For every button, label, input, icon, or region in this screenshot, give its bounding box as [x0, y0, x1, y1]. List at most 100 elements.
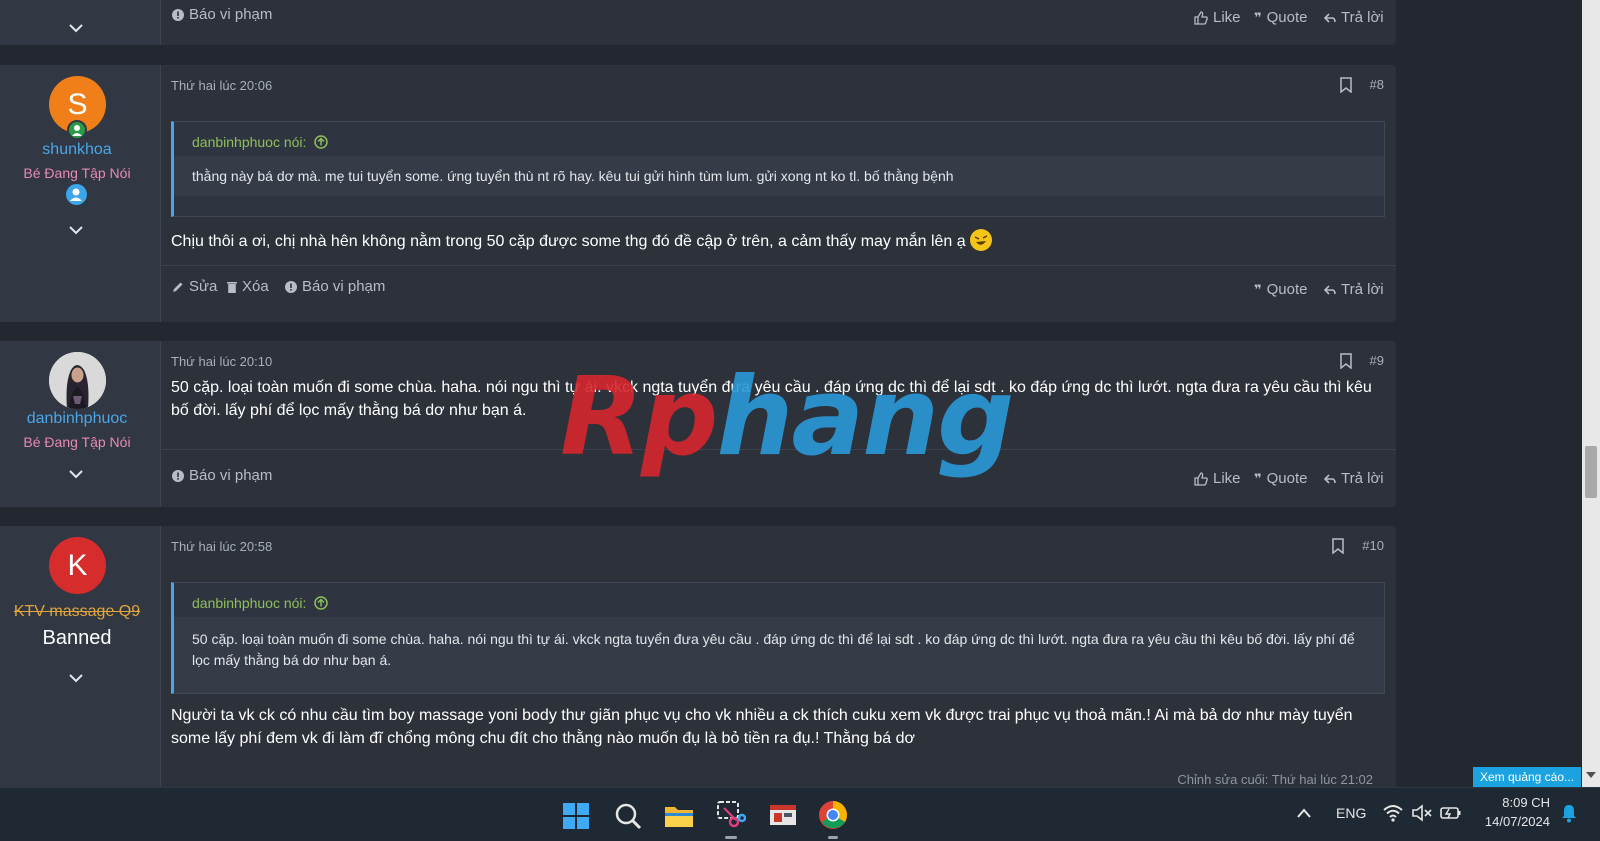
- quote-button[interactable]: ❞ Quote: [1254, 470, 1308, 487]
- post-date[interactable]: Thứ hai lúc 20:58: [171, 539, 272, 554]
- quote-mark-icon: ❞: [1254, 281, 1262, 297]
- edit-label: Sửa: [189, 278, 218, 295]
- avatar-letter: K: [67, 548, 88, 582]
- wifi-icon[interactable]: [1383, 804, 1403, 822]
- quote-label: Quote: [1266, 470, 1308, 487]
- view-ad-button[interactable]: Xem quảng cáo...: [1473, 767, 1581, 787]
- avatar-photo: [49, 352, 106, 409]
- reply-icon: [1324, 284, 1336, 295]
- battery-charging-icon[interactable]: [1440, 803, 1462, 821]
- arrow-up-circle-icon[interactable]: [314, 596, 329, 610]
- laughing-emoji-icon: [970, 229, 993, 251]
- bookmark-icon[interactable]: [1340, 353, 1352, 369]
- edit-button[interactable]: Sửa: [172, 278, 217, 295]
- chrome-icon[interactable]: [818, 800, 848, 830]
- running-indicator: [725, 836, 737, 839]
- arrow-up-circle-icon[interactable]: [314, 135, 329, 149]
- delete-label: Xóa: [242, 278, 269, 295]
- divider: [160, 449, 1396, 450]
- language-indicator[interactable]: ENG: [1336, 805, 1366, 821]
- avatar[interactable]: [49, 352, 106, 409]
- user-pane: K KTV massage Q9 Banned: [0, 526, 161, 787]
- avatar-letter: S: [67, 87, 88, 121]
- divider: [160, 265, 1396, 266]
- app-window-icon[interactable]: [768, 801, 798, 829]
- post-8: S shunkhoa Bé Đang Tập Nói Thứ hai lúc 2…: [0, 65, 1396, 322]
- bookmark-icon[interactable]: [1340, 77, 1352, 93]
- post-main: Báo vi phạm Like ❞ Quote Trả lời: [160, 0, 1396, 45]
- quote-author-name: danbinhphuoc nói:: [192, 595, 307, 611]
- bookmark-icon[interactable]: [1332, 538, 1344, 554]
- quote-mark-icon: ❞: [1254, 470, 1262, 486]
- post-date[interactable]: Thứ hai lúc 20:06: [171, 78, 272, 93]
- username-banned[interactable]: KTV massage Q9: [0, 603, 154, 621]
- scroll-down-arrow-icon[interactable]: [1585, 770, 1597, 780]
- user-banned-label: Banned: [42, 627, 112, 649]
- last-edited-note: Chỉnh sửa cuối: Thứ hai lúc 21:02: [1177, 772, 1373, 787]
- report-button[interactable]: Báo vi phạm: [285, 278, 385, 295]
- search-icon[interactable]: [614, 802, 642, 830]
- page-scrollbar[interactable]: [1582, 0, 1600, 787]
- clock[interactable]: 8:09 CH 14/07/2024: [1470, 793, 1550, 831]
- quote-author[interactable]: danbinhphuoc nói:: [174, 583, 1384, 617]
- quote-author-name: danbinhphuoc nói:: [192, 134, 307, 150]
- scrollbar-thumb[interactable]: [1585, 446, 1597, 498]
- quote-mark-icon: ❞: [1254, 9, 1262, 25]
- post-text-content: Chịu thôi a ơi, chị nhà hên không nằm tr…: [171, 233, 966, 250]
- like-button[interactable]: Like: [1194, 470, 1241, 487]
- snipping-tool-icon[interactable]: [716, 800, 747, 830]
- speaker-muted-icon[interactable]: [1412, 804, 1432, 822]
- reply-button[interactable]: Trả lời: [1324, 281, 1384, 298]
- quote-button[interactable]: ❞ Quote: [1254, 9, 1308, 26]
- delete-button[interactable]: Xóa: [227, 278, 269, 295]
- post-number[interactable]: #10: [1362, 538, 1384, 553]
- chevron-down-icon[interactable]: [68, 670, 84, 686]
- quote-text: 50 cặp. loại toàn muốn đi some chùa. hah…: [174, 617, 1384, 693]
- user-pane: danbinhphuoc Bé Đang Tập Nói: [0, 341, 161, 507]
- quote-block: danbinhphuoc nói: 50 cặp. loại toàn muốn…: [171, 582, 1385, 694]
- username[interactable]: shunkhoa: [0, 141, 154, 159]
- user-pane: S shunkhoa Bé Đang Tập Nói: [0, 65, 161, 322]
- report-label: Báo vi phạm: [302, 278, 386, 295]
- post-text: Người ta vk ck có nhu cầu tìm boy massag…: [171, 707, 1353, 747]
- post-number[interactable]: #9: [1370, 353, 1384, 368]
- post-date[interactable]: Thứ hai lúc 20:10: [171, 354, 272, 369]
- reply-icon: [1324, 12, 1336, 23]
- alert-icon: [285, 280, 297, 293]
- post-number[interactable]: #8: [1370, 77, 1384, 92]
- windows-start-icon[interactable]: [562, 802, 590, 830]
- quote-block: danbinhphuoc nói: thằng này bá dơ mà. mẹ…: [171, 121, 1385, 217]
- windows-taskbar: ENG 8:09 CH 14/07/2024: [0, 787, 1600, 841]
- reply-button[interactable]: Trả lời: [1324, 470, 1384, 487]
- report-label: Báo vi phạm: [189, 6, 273, 23]
- chevron-down-icon[interactable]: [68, 222, 84, 238]
- thumbs-up-icon: [1194, 10, 1208, 25]
- post-main: Thứ hai lúc 20:58 #10 danbinhphuoc nói: …: [160, 526, 1396, 787]
- avatar[interactable]: K: [49, 537, 106, 594]
- username[interactable]: danbinhphuoc: [0, 410, 154, 428]
- report-button[interactable]: Báo vi phạm: [172, 6, 272, 23]
- trash-icon: [227, 281, 237, 293]
- notification-bell-icon[interactable]: [1560, 803, 1578, 823]
- reply-button[interactable]: Trả lời: [1324, 9, 1384, 26]
- clock-date: 14/07/2024: [1484, 814, 1550, 829]
- online-status-icon: [67, 120, 87, 140]
- chevron-down-icon[interactable]: [68, 466, 84, 482]
- alert-icon: [172, 8, 184, 21]
- file-explorer-icon[interactable]: [664, 803, 694, 829]
- quote-label: Quote: [1266, 281, 1308, 298]
- chevron-down-icon[interactable]: [68, 20, 84, 36]
- reply-label: Trả lời: [1341, 281, 1384, 298]
- quote-author[interactable]: danbinhphuoc nói:: [174, 122, 1384, 156]
- like-button[interactable]: Like: [1194, 9, 1241, 26]
- post-text: 50 cặp. loại toàn muốn đi some chùa. hah…: [171, 379, 1372, 419]
- quote-button[interactable]: ❞ Quote: [1254, 281, 1308, 298]
- post-main: Thứ hai lúc 20:10 #9 50 cặp. loại toàn m…: [160, 341, 1396, 507]
- report-button[interactable]: Báo vi phạm: [172, 467, 272, 484]
- post-9: danbinhphuoc Bé Đang Tập Nói Thứ hai lúc…: [0, 341, 1396, 507]
- chevron-up-icon[interactable]: [1297, 808, 1311, 818]
- reply-icon: [1324, 473, 1336, 484]
- reply-label: Trả lời: [1341, 470, 1384, 487]
- report-label: Báo vi phạm: [189, 467, 273, 484]
- post-main: Thứ hai lúc 20:06 #8 danbinhphuoc nói: t…: [160, 65, 1396, 322]
